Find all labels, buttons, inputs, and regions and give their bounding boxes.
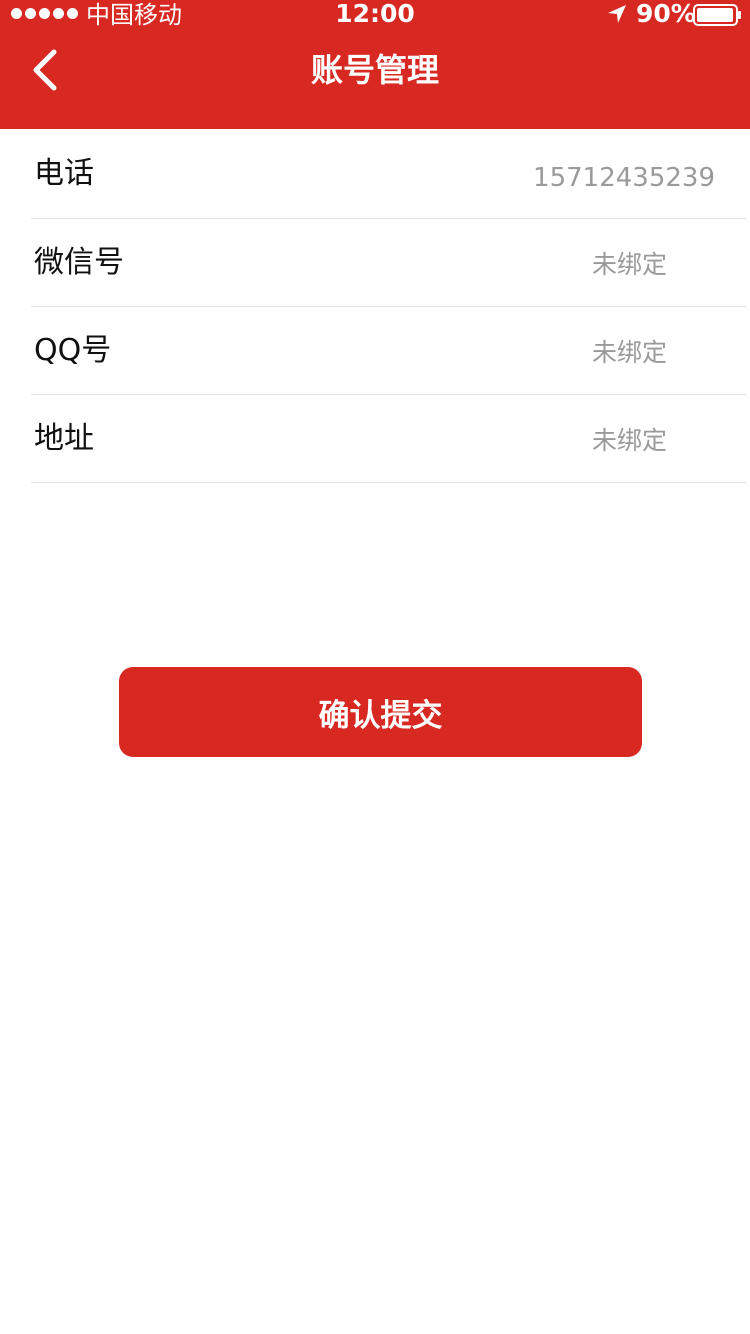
list-item-phone[interactable]: 电话 15712435239 bbox=[31, 129, 747, 219]
navigation-bar: 账号管理 bbox=[0, 30, 750, 129]
wechat-label: 微信号 bbox=[34, 244, 124, 280]
status-bar: 中国移动 12:00 90% bbox=[0, 0, 750, 30]
list-item-address[interactable]: 地址 未绑定 bbox=[31, 395, 747, 483]
list-item-wechat[interactable]: 微信号 未绑定 bbox=[31, 219, 747, 307]
address-status: 未绑定 bbox=[591, 425, 667, 455]
address-label: 地址 bbox=[34, 420, 94, 456]
qq-status: 未绑定 bbox=[591, 337, 667, 367]
qq-label: QQ号 bbox=[34, 332, 112, 368]
battery-percentage: 90% bbox=[636, 0, 696, 28]
battery-icon bbox=[693, 4, 741, 26]
phone-label: 电话 bbox=[34, 155, 94, 191]
phone-value: 15712435239 bbox=[533, 162, 715, 193]
submit-button[interactable]: 确认提交 bbox=[119, 667, 642, 757]
list-item-qq[interactable]: QQ号 未绑定 bbox=[31, 307, 747, 395]
location-arrow-icon bbox=[608, 5, 626, 23]
account-settings-list: 电话 15712435239 微信号 未绑定 QQ号 未绑定 地址 未绑定 bbox=[0, 129, 750, 483]
page-title: 账号管理 bbox=[310, 51, 439, 89]
wechat-status: 未绑定 bbox=[591, 249, 667, 279]
header: 中国移动 12:00 90% 账号管理 bbox=[0, 0, 750, 129]
